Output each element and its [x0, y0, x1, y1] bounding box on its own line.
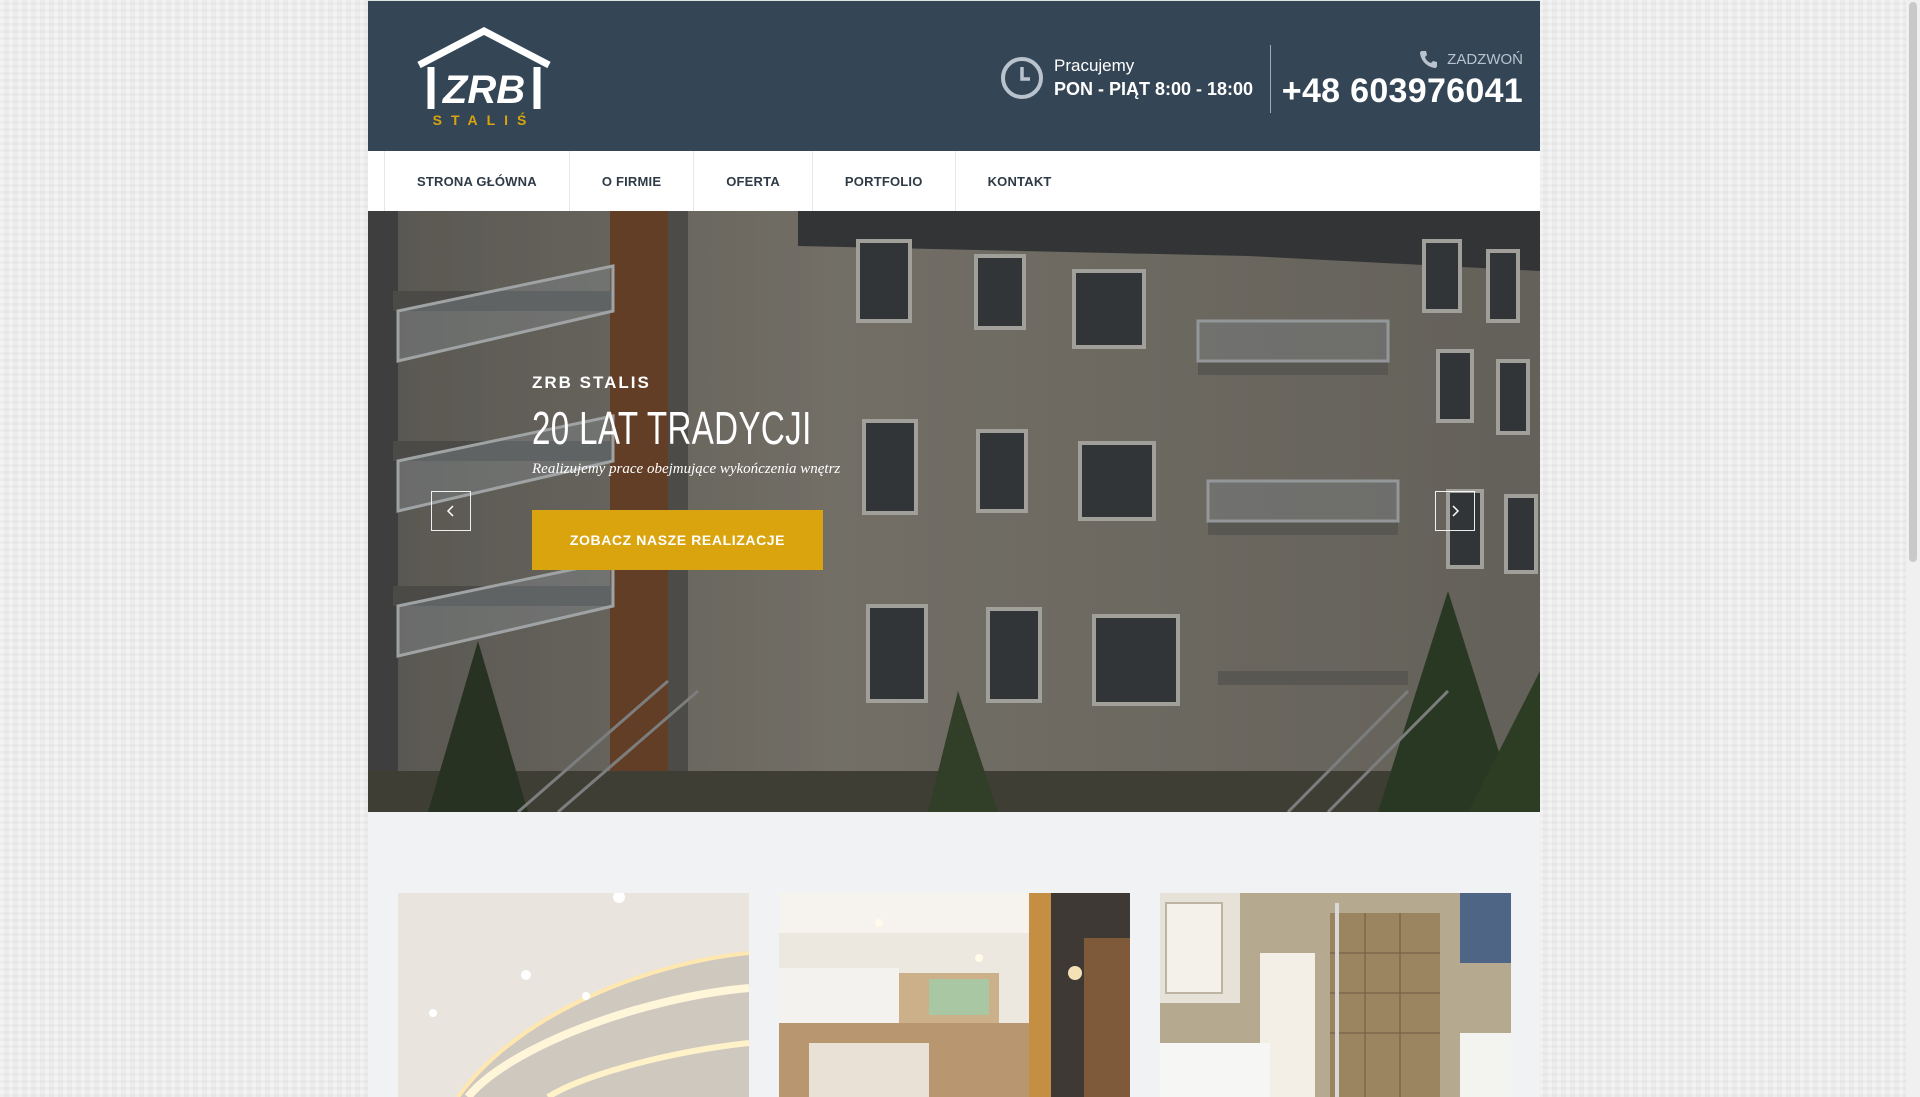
nav-item-offer[interactable]: OFERTA — [693, 151, 812, 211]
header-divider — [1270, 45, 1271, 113]
call-block: ZADZWOŃ +48 603976041 — [1282, 49, 1523, 111]
card-bathroom[interactable] — [1160, 893, 1511, 1097]
logo-subtext: STALIŚ — [433, 111, 536, 128]
nav-item-about[interactable]: O FIRMIE — [568, 151, 693, 211]
scrollbar[interactable] — [1906, 0, 1920, 1097]
slider-next-button[interactable] — [1435, 491, 1475, 531]
ceiling-lighting-image — [398, 893, 749, 1097]
hero-title: 20 LAT TRADYCJI — [532, 402, 812, 454]
hours-value: PON - PIĄT 8:00 - 18:00 — [1054, 79, 1254, 99]
page: ZRB STALIŚ Pracujemy PON - PIĄT 8:00 - 1… — [368, 0, 1540, 1097]
nav-item-home[interactable]: STRONA GŁÓWNA — [384, 151, 569, 211]
hours-label: Pracujemy — [1054, 56, 1135, 75]
slider-prev-button[interactable] — [431, 491, 471, 531]
clock-icon — [1001, 57, 1043, 99]
site-header: ZRB STALIŚ Pracujemy PON - PIĄT 8:00 - 1… — [368, 0, 1540, 152]
nav-item-contact[interactable]: KONTAKT — [954, 151, 1084, 211]
card-ceiling[interactable] — [398, 893, 749, 1097]
working-hours: Pracujemy PON - PIĄT 8:00 - 18:00 — [1000, 55, 1253, 101]
logo-text: ZRB — [442, 68, 525, 112]
chevron-right-icon — [1452, 505, 1460, 517]
hero-content: ZRB STALIS 20 LAT TRADYCJI Realizujemy p… — [532, 373, 920, 570]
logo[interactable]: ZRB STALIŚ — [411, 27, 557, 129]
phone-number[interactable]: +48 603976041 — [1282, 72, 1523, 111]
service-cards — [398, 893, 1511, 1097]
phone-icon — [1420, 51, 1438, 68]
card-kitchen[interactable] — [779, 893, 1130, 1097]
logo-graphic: ZRB STALIŚ — [417, 27, 551, 128]
kitchen-image — [779, 893, 1130, 1097]
main-nav: STRONA GŁÓWNA O FIRMIE OFERTA PORTFOLIO … — [368, 151, 1540, 212]
hero-subtitle: Realizujemy prace obejmujące wykończenia… — [532, 461, 841, 477]
hero-slider: ZRB STALIS 20 LAT TRADYCJI Realizujemy p… — [368, 211, 1540, 812]
bathroom-image — [1160, 893, 1511, 1097]
scrollbar-thumb[interactable] — [1909, 2, 1917, 562]
chevron-left-icon — [446, 505, 454, 517]
hero-kicker: ZRB STALIS — [532, 373, 651, 392]
see-realizations-button[interactable]: ZOBACZ NASZE REALIZACJE — [532, 510, 823, 570]
call-label: ZADZWOŃ — [1447, 50, 1523, 68]
nav-item-portfolio[interactable]: PORTFOLIO — [811, 151, 955, 211]
